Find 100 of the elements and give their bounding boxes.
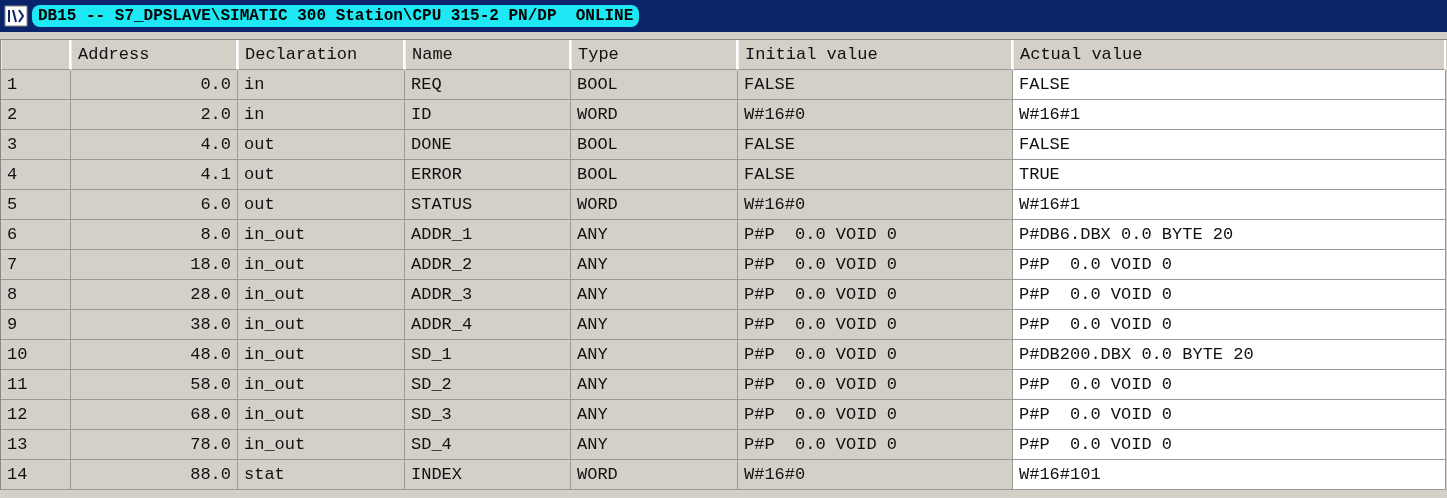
table-cell: ANY bbox=[571, 370, 738, 400]
column-header: Name bbox=[405, 40, 571, 70]
table-cell: ANY bbox=[571, 250, 738, 280]
column-header: Actual value bbox=[1013, 40, 1446, 70]
table-cell: P#P 0.0 VOID 0 bbox=[1013, 310, 1446, 340]
row-number: 2 bbox=[1, 100, 71, 130]
column-header: Declaration bbox=[238, 40, 405, 70]
table-cell: 18.0 bbox=[71, 250, 238, 280]
table-cell: BOOL bbox=[571, 130, 738, 160]
table-cell: P#P 0.0 VOID 0 bbox=[738, 430, 1013, 460]
table-cell: W#16#0 bbox=[738, 460, 1013, 490]
table-cell: FALSE bbox=[1013, 130, 1446, 160]
table-cell: FALSE bbox=[738, 70, 1013, 100]
table-cell: DONE bbox=[405, 130, 571, 160]
table-cell: WORD bbox=[571, 190, 738, 220]
table-cell: WORD bbox=[571, 460, 738, 490]
table-cell: ADDR_4 bbox=[405, 310, 571, 340]
table-cell: 6.0 bbox=[71, 190, 238, 220]
table-cell: ANY bbox=[571, 310, 738, 340]
table-cell: FALSE bbox=[738, 130, 1013, 160]
table-cell: stat bbox=[238, 460, 405, 490]
table-cell: P#P 0.0 VOID 0 bbox=[1013, 430, 1446, 460]
table-cell: P#P 0.0 VOID 0 bbox=[1013, 280, 1446, 310]
table-cell: ID bbox=[405, 100, 571, 130]
table-cell: 28.0 bbox=[71, 280, 238, 310]
table-cell: 4.1 bbox=[71, 160, 238, 190]
column-header: Type bbox=[571, 40, 738, 70]
table-cell: ADDR_2 bbox=[405, 250, 571, 280]
table-cell: P#P 0.0 VOID 0 bbox=[738, 220, 1013, 250]
table-cell: INDEX bbox=[405, 460, 571, 490]
table-cell: 0.0 bbox=[71, 70, 238, 100]
row-number: 7 bbox=[1, 250, 71, 280]
table-cell: SD_2 bbox=[405, 370, 571, 400]
table-cell: W#16#1 bbox=[1013, 100, 1446, 130]
table-cell: P#DB6.DBX 0.0 BYTE 20 bbox=[1013, 220, 1446, 250]
table-cell: in_out bbox=[238, 400, 405, 430]
table-cell: out bbox=[238, 190, 405, 220]
table-cell: 8.0 bbox=[71, 220, 238, 250]
app-icon bbox=[4, 5, 28, 27]
row-number: 9 bbox=[1, 310, 71, 340]
table-cell: P#P 0.0 VOID 0 bbox=[738, 400, 1013, 430]
table-cell: 88.0 bbox=[71, 460, 238, 490]
table-cell: 58.0 bbox=[71, 370, 238, 400]
table-cell: P#P 0.0 VOID 0 bbox=[738, 280, 1013, 310]
table-cell: in_out bbox=[238, 340, 405, 370]
row-number: 13 bbox=[1, 430, 71, 460]
row-number: 11 bbox=[1, 370, 71, 400]
row-number: 10 bbox=[1, 340, 71, 370]
table-cell: STATUS bbox=[405, 190, 571, 220]
table-cell: P#P 0.0 VOID 0 bbox=[738, 250, 1013, 280]
row-number: 5 bbox=[1, 190, 71, 220]
column-header: Address bbox=[71, 40, 238, 70]
row-number: 12 bbox=[1, 400, 71, 430]
window-title: DB15 -- S7_DPSLAVE\SIMATIC 300 Station\CPU 315-2 PN/DP ONLINE bbox=[32, 5, 640, 27]
table-cell: TRUE bbox=[1013, 160, 1446, 190]
table-cell: ANY bbox=[571, 280, 738, 310]
table-cell: W#16#0 bbox=[738, 100, 1013, 130]
table-cell: W#16#101 bbox=[1013, 460, 1446, 490]
table-cell: 38.0 bbox=[71, 310, 238, 340]
table-cell: 48.0 bbox=[71, 340, 238, 370]
table-cell: in_out bbox=[238, 310, 405, 340]
table-cell: WORD bbox=[571, 100, 738, 130]
table-cell: ADDR_3 bbox=[405, 280, 571, 310]
table-cell: in_out bbox=[238, 370, 405, 400]
table-cell: out bbox=[238, 160, 405, 190]
table-cell: in bbox=[238, 100, 405, 130]
table-cell: ANY bbox=[571, 220, 738, 250]
row-number: 1 bbox=[1, 70, 71, 100]
column-header: Initial value bbox=[738, 40, 1013, 70]
table-cell: P#P 0.0 VOID 0 bbox=[738, 370, 1013, 400]
table-cell: 78.0 bbox=[71, 430, 238, 460]
table-cell: in_out bbox=[238, 280, 405, 310]
table-cell: 68.0 bbox=[71, 400, 238, 430]
table-cell: 4.0 bbox=[71, 130, 238, 160]
table-cell: P#P 0.0 VOID 0 bbox=[738, 340, 1013, 370]
table-cell: in_out bbox=[238, 250, 405, 280]
table-cell: FALSE bbox=[738, 160, 1013, 190]
table-cell: SD_1 bbox=[405, 340, 571, 370]
table-cell: P#DB200.DBX 0.0 BYTE 20 bbox=[1013, 340, 1446, 370]
row-number: 8 bbox=[1, 280, 71, 310]
table-cell: ANY bbox=[571, 340, 738, 370]
table-cell: W#16#0 bbox=[738, 190, 1013, 220]
row-number: 6 bbox=[1, 220, 71, 250]
row-number: 3 bbox=[1, 130, 71, 160]
table-cell: FALSE bbox=[1013, 70, 1446, 100]
table-cell: ERROR bbox=[405, 160, 571, 190]
table-cell: BOOL bbox=[571, 160, 738, 190]
table-cell: SD_4 bbox=[405, 430, 571, 460]
table-cell: in bbox=[238, 70, 405, 100]
table-cell: ANY bbox=[571, 400, 738, 430]
table-cell: ADDR_1 bbox=[405, 220, 571, 250]
table-cell: P#P 0.0 VOID 0 bbox=[1013, 250, 1446, 280]
table-cell: P#P 0.0 VOID 0 bbox=[1013, 400, 1446, 430]
table-cell: out bbox=[238, 130, 405, 160]
row-number: 14 bbox=[1, 460, 71, 490]
table-cell: P#P 0.0 VOID 0 bbox=[1013, 370, 1446, 400]
table-cell: in_out bbox=[238, 220, 405, 250]
table-cell: SD_3 bbox=[405, 400, 571, 430]
table-cell: ANY bbox=[571, 430, 738, 460]
table-cell: 2.0 bbox=[71, 100, 238, 130]
